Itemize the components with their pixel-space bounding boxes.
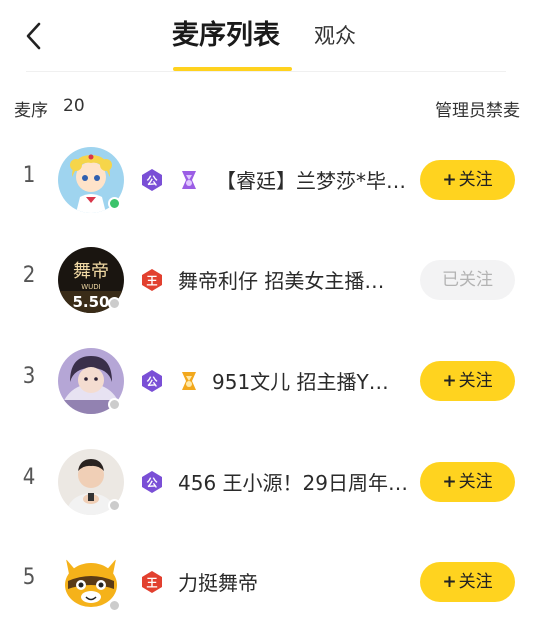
tab-audience[interactable]: 观众: [314, 14, 356, 58]
avatar-caption: 5.50: [72, 293, 109, 311]
followed-button[interactable]: 已关注: [420, 260, 515, 300]
follow-button[interactable]: + 关注: [420, 361, 515, 401]
king-badge-icon: 王: [140, 268, 164, 292]
follow-label: 关注: [458, 170, 493, 190]
user-name[interactable]: 456 王小源！29日周年…: [178, 467, 412, 496]
rank-number: 3: [22, 364, 36, 389]
offline-status-dot: [108, 599, 121, 612]
tab-mic-queue[interactable]: 麦序列表: [172, 14, 280, 58]
follow-button[interactable]: + 关注: [420, 562, 515, 602]
header-divider: [26, 71, 506, 72]
guild-badge-icon: 公: [140, 369, 164, 393]
header: 麦序列表 观众: [0, 0, 533, 72]
admin-mute-button[interactable]: 管理员禁麦: [435, 96, 520, 121]
rank-number: 2: [22, 263, 36, 288]
list-item: 3 公 951文儿 招主播Y… + 关注: [0, 336, 533, 426]
list-item: 4 公 456 王小源！29日周年… + 关注: [0, 437, 533, 527]
list-item: 2 舞帝 WUDI 5.50 王 舞帝利仔 招美女主播… 已关注: [0, 235, 533, 325]
svg-text:王: 王: [147, 577, 158, 590]
king-badge-icon: 王: [140, 570, 164, 594]
plus-icon: +: [442, 472, 457, 492]
follow-button[interactable]: + 关注: [420, 160, 515, 200]
queue-summary: 麦序 20 管理员禁麦: [14, 92, 520, 122]
plus-icon: +: [442, 170, 457, 190]
list-item: 1 公 【睿廷】兰梦莎*毕… + 关注: [0, 135, 533, 225]
offline-status-dot: [108, 297, 121, 310]
user-name[interactable]: 951文儿 招主播Y…: [212, 366, 412, 395]
guild-badge-icon: 公: [140, 168, 164, 192]
follow-label: 关注: [458, 572, 493, 592]
offline-status-dot: [108, 499, 121, 512]
medal-purple-icon: [177, 168, 201, 192]
follow-button[interactable]: + 关注: [420, 462, 515, 502]
guild-badge-icon: 公: [140, 470, 164, 494]
list-item: 5 王 力挺舞帝 + 关注: [0, 537, 533, 627]
rank-number: 4: [22, 465, 36, 490]
svg-text:公: 公: [147, 477, 158, 490]
user-name[interactable]: 舞帝利仔 招美女主播…: [178, 265, 412, 294]
svg-text:公: 公: [147, 175, 158, 188]
avatar-caption: 舞帝: [73, 261, 109, 282]
follow-label: 已关注: [442, 270, 493, 290]
rank-number: 1: [22, 163, 36, 188]
rank-number: 5: [22, 565, 36, 590]
follow-label: 关注: [458, 472, 493, 492]
medal-gold-icon: [177, 369, 201, 393]
user-name[interactable]: 【睿廷】兰梦莎*毕…: [216, 165, 412, 194]
user-name[interactable]: 力挺舞帝: [178, 567, 412, 596]
back-arrow-icon[interactable]: [20, 20, 50, 52]
plus-icon: +: [442, 371, 457, 391]
follow-label: 关注: [458, 371, 493, 391]
plus-icon: +: [442, 572, 457, 592]
svg-text:公: 公: [147, 376, 158, 389]
queue-count: 20: [63, 96, 85, 116]
online-status-dot: [108, 197, 121, 210]
avatar-caption: WUDI: [81, 283, 101, 291]
offline-status-dot: [108, 398, 121, 411]
svg-text:王: 王: [147, 275, 158, 288]
queue-label: 麦序: [14, 101, 48, 121]
